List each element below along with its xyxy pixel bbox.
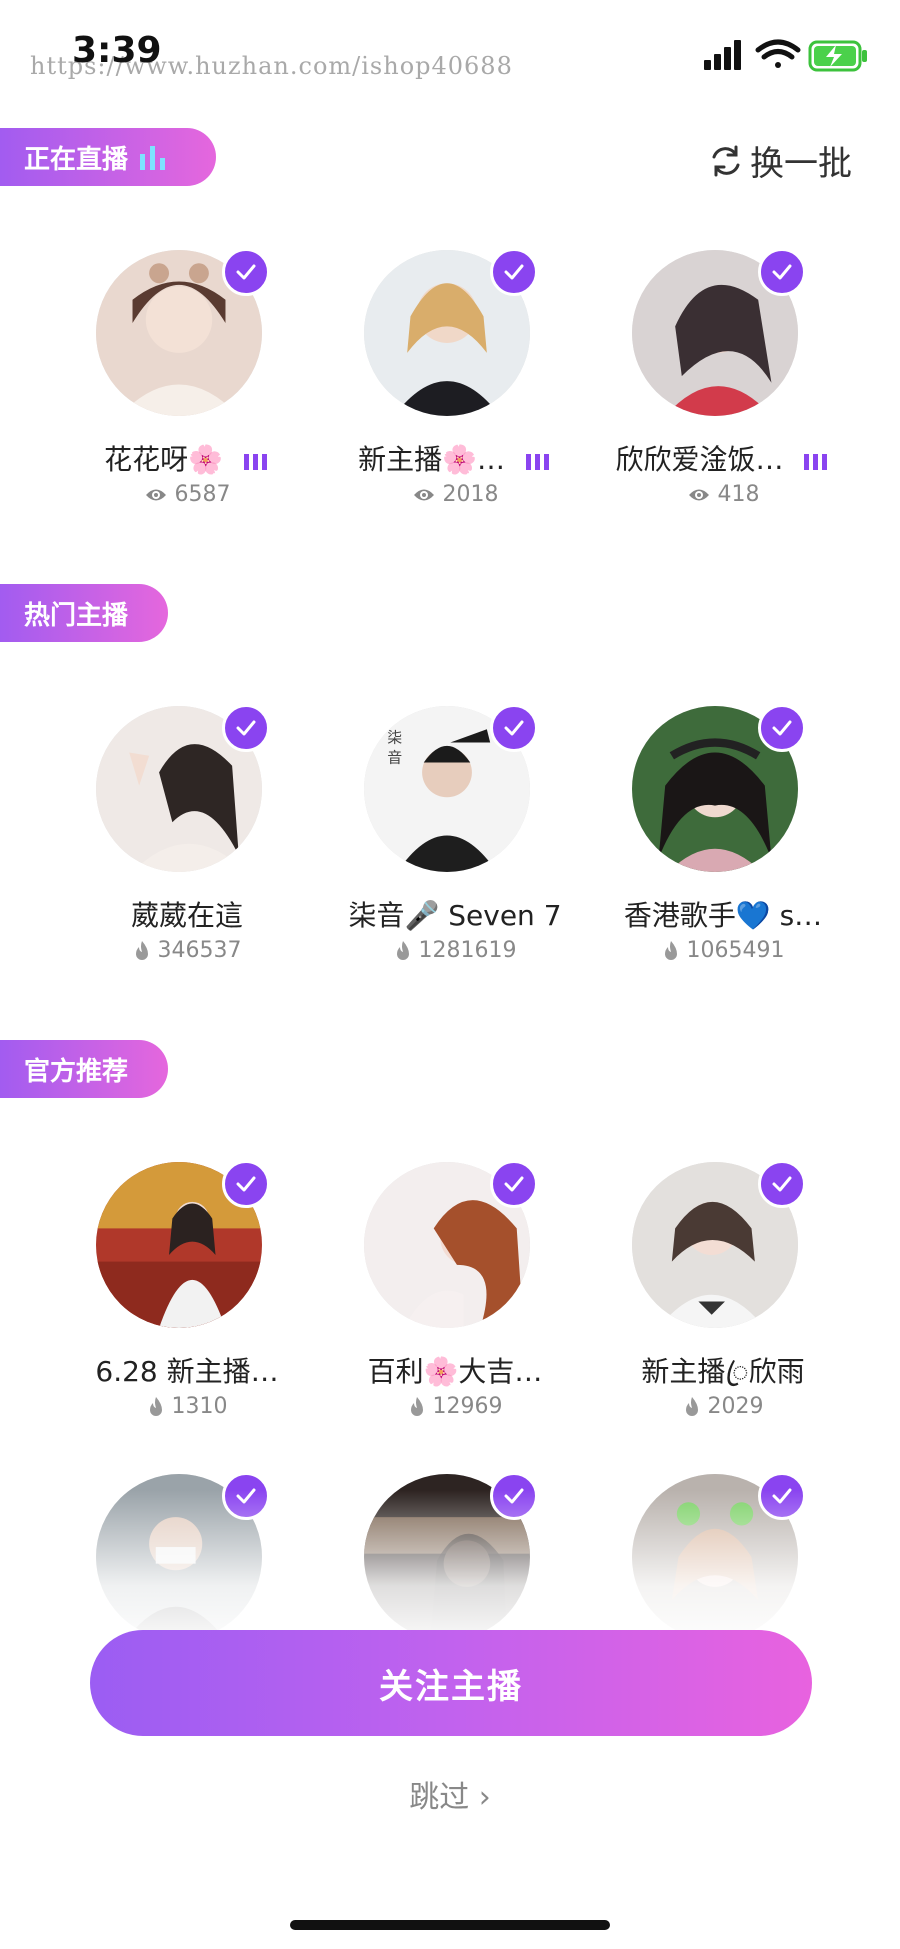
hot-row: 葳葳在這 346537 柒音 柒音🎤 Seven 7 1281619 香港歌手💙…	[0, 704, 900, 976]
wifi-icon	[755, 39, 801, 68]
section-hot-tag: 热门主播	[0, 584, 168, 642]
scroll-fade-overlay	[0, 1490, 900, 1650]
host-name-row: 花花呀🌸	[42, 438, 332, 478]
popularity-count-value: 12969	[432, 1394, 503, 1419]
section-live-tag: 正在直播	[0, 128, 216, 186]
check-icon[interactable]	[490, 704, 538, 752]
flame-icon	[685, 1397, 698, 1416]
home-indicator	[290, 1920, 610, 1930]
eye-icon	[413, 489, 434, 501]
popularity-count-value: 2029	[707, 1394, 764, 1419]
host-name: 6.28 新主播…	[95, 1355, 279, 1388]
host-name: 新主播🌸…	[358, 443, 505, 476]
check-icon[interactable]	[222, 1160, 270, 1208]
popularity-count-value: 1065491	[686, 938, 785, 963]
popularity-count: 346537	[42, 938, 332, 963]
popularity-count: 12969	[310, 1394, 600, 1419]
official-host-card[interactable]: 百利🌸大吉… 12969	[310, 1160, 550, 1422]
host-name-row: 新主播🌸…	[310, 438, 600, 478]
popularity-count: 1065491	[578, 938, 868, 963]
popularity-count-value: 1281619	[418, 938, 517, 963]
section-official-title: 官方推荐	[24, 1056, 129, 1087]
host-name: 百利🌸大吉…	[367, 1355, 543, 1388]
official-row: 6.28 新主播… 1310 百利🌸大吉… 12969 新主播ꦿ欣雨 2029	[0, 1160, 900, 1432]
check-icon[interactable]	[222, 704, 270, 752]
flame-icon	[664, 941, 677, 960]
host-name: 香港歌手💙 s…	[623, 899, 823, 932]
popularity-count-value: 1310	[171, 1394, 228, 1419]
host-name-row: 欣欣爱淦饭…	[578, 438, 868, 478]
viewer-count: 6587	[42, 482, 332, 507]
host-name: 欣欣爱淦饭…	[615, 443, 784, 476]
svg-text:音: 音	[387, 748, 402, 766]
flame-icon	[396, 941, 409, 960]
section-live-title: 正在直播	[24, 144, 129, 175]
check-icon[interactable]	[490, 1160, 538, 1208]
follow-hosts-button[interactable]: 关注主播	[90, 1630, 812, 1736]
section-official-tag: 官方推荐	[0, 1040, 168, 1098]
live-host-card[interactable]: 新主播🌸… 2018	[310, 248, 550, 510]
live-host-card[interactable]: 花花呀🌸 6587	[42, 248, 282, 510]
check-icon[interactable]	[758, 248, 806, 296]
viewer-count-value: 2018	[442, 482, 499, 507]
eye-icon	[145, 489, 166, 501]
live-bars-icon	[140, 146, 166, 170]
live-row: 花花呀🌸 6587 新主播🌸… 2018 欣欣爱淦饭… 418	[0, 248, 900, 520]
signal-icon	[704, 40, 741, 70]
host-name: 柒音🎤 Seven 7	[348, 899, 562, 932]
refresh-label: 换一批	[750, 144, 852, 184]
viewer-count-value: 418	[717, 482, 760, 507]
skip-link[interactable]: 跳过 ›	[0, 1772, 900, 1816]
svg-text:柒: 柒	[387, 729, 402, 747]
live-indicator-icon	[525, 454, 549, 470]
viewer-count-value: 6587	[174, 482, 231, 507]
flame-icon	[135, 941, 148, 960]
check-icon[interactable]	[758, 704, 806, 752]
live-indicator-icon	[243, 454, 267, 470]
battery-icon	[808, 40, 867, 72]
eye-icon	[688, 489, 709, 501]
hot-host-card[interactable]: 柒音 柒音🎤 Seven 7 1281619	[310, 704, 562, 966]
flame-icon	[410, 1397, 423, 1416]
status-icons	[704, 39, 867, 72]
status-time: 3:39	[72, 30, 162, 71]
check-icon[interactable]	[758, 1160, 806, 1208]
popularity-count: 1310	[42, 1394, 332, 1419]
host-name: 葳葳在這	[130, 899, 243, 932]
popularity-count-value: 346537	[157, 938, 242, 963]
official-host-card[interactable]: 新主播ꦿ欣雨 2029	[578, 1160, 818, 1422]
popularity-count: 2029	[578, 1394, 868, 1419]
refresh-icon	[712, 145, 740, 176]
check-icon[interactable]	[222, 248, 270, 296]
hot-host-card[interactable]: 葳葳在這 346537	[42, 704, 282, 966]
viewer-count: 418	[578, 482, 868, 507]
refresh-button[interactable]: 换一批	[708, 136, 852, 185]
status-bar: https://www.huzhan.com/ishop40688 3:39	[0, 0, 900, 110]
flame-icon	[149, 1397, 162, 1416]
official-host-card[interactable]: 6.28 新主播… 1310	[42, 1160, 282, 1422]
host-name: 花花呀🌸	[104, 443, 223, 476]
live-indicator-icon	[804, 454, 828, 470]
popularity-count: 1281619	[310, 938, 600, 963]
live-host-card[interactable]: 欣欣爱淦饭… 418	[578, 248, 828, 510]
check-icon[interactable]	[490, 248, 538, 296]
viewer-count: 2018	[310, 482, 600, 507]
section-hot-title: 热门主播	[24, 600, 129, 631]
hot-host-card[interactable]: 香港歌手💙 s… 1065491	[578, 704, 822, 966]
